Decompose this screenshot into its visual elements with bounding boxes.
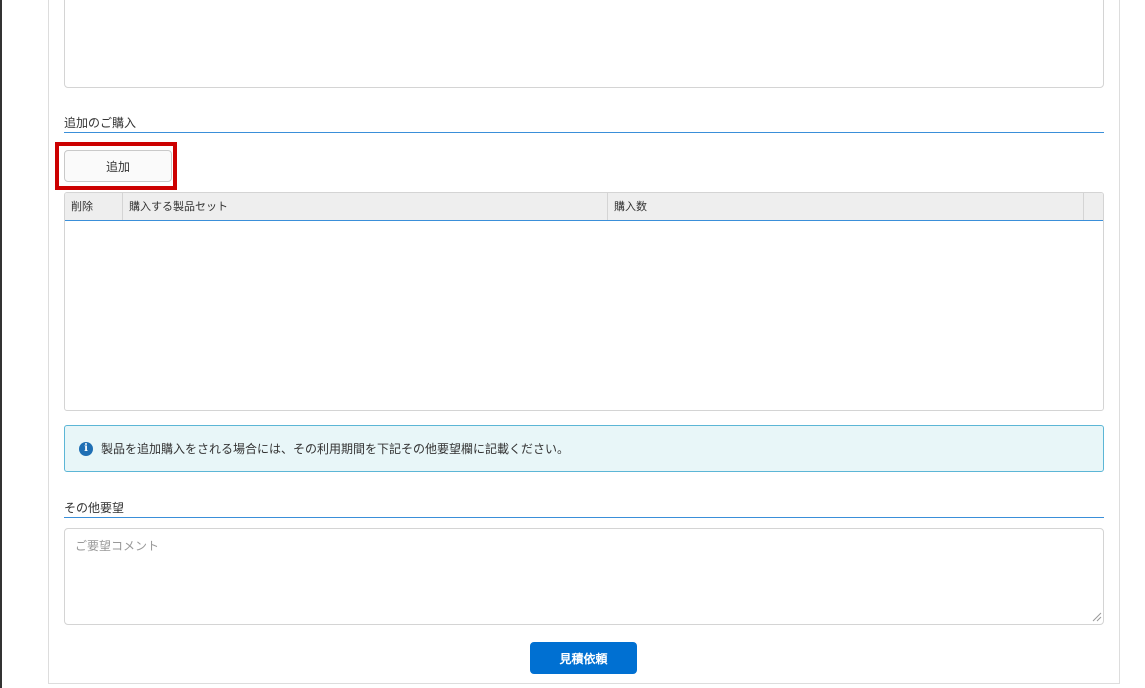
other-requests-title: その他要望 [64, 501, 125, 515]
info-message-box: i 製品を追加購入をされる場合には、その利用期間を下記その他要望欄に記載ください… [64, 425, 1104, 472]
other-requests-divider [64, 517, 1104, 518]
column-header-quantity[interactable]: 購入数 [608, 193, 1084, 220]
quote-request-button[interactable]: 見積依頼 [530, 642, 637, 674]
add-button[interactable]: 追加 [64, 150, 172, 182]
quote-request-form: 追加のご購入 追加 削除 購入する製品セット 購入数 i 製品を追加購入をされる… [0, 0, 1145, 688]
info-message-text: 製品を追加購入をされる場合には、その利用期間を下記その他要望欄に記載ください。 [101, 442, 570, 456]
grid-header: 削除 購入する製品セット 購入数 [65, 193, 1103, 221]
column-header-delete[interactable]: 削除 [65, 193, 123, 220]
additional-purchase-divider [64, 132, 1104, 133]
comment-textarea[interactable] [64, 528, 1104, 625]
previous-textarea[interactable] [64, 0, 1104, 88]
additional-purchase-title: 追加のご購入 [64, 116, 137, 130]
window-left-border [0, 0, 2, 688]
column-header-product-set[interactable]: 購入する製品セット [123, 193, 608, 220]
info-circle-icon: i [79, 441, 93, 456]
column-header-spacer [1084, 193, 1103, 220]
purchase-grid: 削除 購入する製品セット 購入数 [64, 192, 1104, 411]
